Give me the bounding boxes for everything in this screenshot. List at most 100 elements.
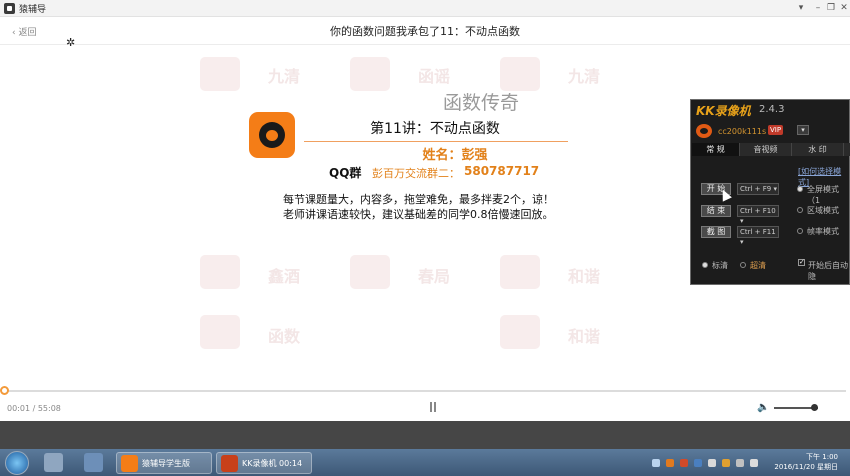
task-kk-recorder[interactable]: KK录像机 00:14 [216, 452, 312, 474]
region-mode-label: 区域模式 [807, 206, 839, 215]
quality-sd-radio[interactable] [702, 262, 708, 268]
watermark-text: 和谐 [568, 267, 601, 286]
divider [304, 141, 568, 142]
maximize-button[interactable]: ❐ [824, 1, 838, 15]
progress-handle[interactable] [0, 386, 10, 395]
player-footer [0, 421, 850, 449]
task-label: 猿辅导学生版 [142, 459, 190, 468]
tray-icon[interactable] [680, 459, 688, 467]
quality-sd-label: 标清 [712, 261, 728, 270]
watermark-text: 九清 [568, 67, 601, 86]
volume-icon[interactable]: 🔈 [757, 402, 769, 413]
kk-menu-button[interactable]: ▾ [797, 125, 809, 135]
region-mode-radio[interactable] [797, 207, 803, 213]
screenshot-hotkey-value: Ctrl + F11 [740, 228, 776, 236]
watermark-logo [200, 315, 240, 349]
tab-watermark[interactable]: 水 印 [792, 143, 844, 156]
task-yuanfudao[interactable]: 猿辅导学生版 [116, 452, 212, 474]
stop-hotkey-value: Ctrl + F10 [740, 207, 776, 215]
watermark-logo [500, 255, 540, 289]
pause-button[interactable] [429, 402, 437, 412]
kk-version: 2.4.3 [759, 104, 785, 115]
start-hotkey-value: Ctrl + F9 [740, 185, 772, 193]
vip-badge: VIP [768, 125, 784, 135]
clock-time: 下午 1:00 [806, 453, 838, 461]
page-header: ‹ 返回 你的函数问题我承包了11：不动点函数 [0, 17, 850, 45]
quality-hd-radio[interactable] [740, 262, 746, 268]
screen: 猿辅导 ▾ – ❐ ✕ ‹ 返回 你的函数问题我承包了11：不动点函数 九清 函… [0, 0, 850, 476]
clock-date: 2016/11/20 星期日 [774, 463, 838, 471]
watermark-text: 函谣 [418, 67, 451, 86]
chevron-down-icon: ▾ [773, 185, 778, 193]
chevron-down-icon: ▾ [740, 238, 744, 246]
qq-label: QQ群 [329, 166, 362, 180]
kk-recorder-window: KK录像机 2.4.3 cc200k111s VIP ▾ 常 规 音视频 水 印… [690, 99, 850, 285]
kk-recorder-icon [221, 455, 238, 472]
app-logo-icon [4, 3, 15, 14]
kk-title: KK录像机 [696, 104, 751, 118]
playback-time: 00:01 / 55:08 [7, 404, 61, 413]
course-logo [249, 112, 295, 158]
taskbar: 猿辅导学生版 KK录像机 00:14 下午 1:00 2016/11/20 星期… [0, 449, 850, 476]
cursor-icon: ✲ [66, 36, 76, 49]
minimize-button[interactable]: – [811, 1, 825, 15]
quality-hd-label: 超清 [750, 261, 766, 270]
watermark-logo [350, 57, 390, 91]
fullscreen-mode-label: 全屏模式（1 [807, 185, 839, 205]
course-name: 函数传奇 [442, 92, 519, 114]
clock[interactable]: 下午 1:00 2016/11/20 星期日 [772, 452, 838, 472]
teacher-name: 姓名：彭强 [422, 148, 488, 163]
monkey-icon [259, 122, 285, 148]
qq-group-name: 彭百万交流群二： [372, 167, 460, 180]
auto-hide-label: 开始后自动隐 [808, 261, 848, 281]
framerate-mode-radio[interactable] [797, 228, 803, 234]
watermark-logo [200, 255, 240, 289]
tray-icon[interactable] [652, 459, 660, 467]
tab-av[interactable]: 音视频 [740, 143, 792, 156]
kk-tabs: 常 规 音视频 水 印 [692, 143, 850, 156]
start-button[interactable] [5, 451, 29, 475]
dropdown-icon[interactable]: ▾ [794, 1, 808, 15]
task-label: KK录像机 00:14 [242, 459, 303, 468]
fullscreen-mode-radio[interactable] [797, 186, 803, 192]
volume-handle[interactable] [810, 404, 818, 411]
auto-hide-checkbox[interactable]: ✓ [798, 259, 805, 266]
watermark-text: 函数 [268, 327, 301, 346]
page-title: 你的函数问题我承包了11：不动点函数 [330, 25, 520, 38]
watermark-logo [500, 315, 540, 349]
chevron-down-icon: ▾ [740, 217, 744, 225]
avatar [696, 124, 712, 138]
kk-username: cc200k111s [718, 127, 767, 136]
screenshot-button[interactable]: 截 图 [701, 226, 731, 238]
tray-icon[interactable] [722, 459, 730, 467]
close-button[interactable]: ✕ [837, 1, 850, 15]
notice-line-1: 每节课题量大，内容多，拖堂难免，最多拌麦2个，谅！ [283, 193, 554, 206]
stop-button[interactable]: 结 束 [701, 205, 731, 217]
qq-number: 580787717 [464, 164, 540, 178]
watermark-text: 鑫酒 [268, 267, 301, 286]
window-titlebar: 猿辅导 ▾ – ❐ ✕ [0, 0, 850, 17]
watermark-logo [200, 57, 240, 91]
watermark-text: 春局 [418, 267, 451, 286]
speaker-icon[interactable] [750, 459, 758, 467]
tray-icon[interactable] [666, 459, 674, 467]
watermark-logo [500, 57, 540, 91]
network-icon[interactable] [736, 459, 744, 467]
stop-hotkey[interactable]: Ctrl + F10 ▾ [737, 205, 779, 225]
watermark-text: 九清 [268, 67, 301, 86]
tab-general[interactable]: 常 规 [692, 143, 740, 156]
framerate-mode-label: 帧率模式 [807, 227, 839, 236]
start-hotkey[interactable]: Ctrl + F9 ▾ [737, 183, 779, 195]
tray-icon[interactable] [708, 459, 716, 467]
window-title: 猿辅导 [19, 5, 47, 15]
progress-bar[interactable] [4, 390, 846, 392]
watermark-logo [350, 255, 390, 289]
yuanfudao-icon [121, 455, 138, 472]
quick-launch-icon[interactable] [84, 453, 103, 472]
tray-icon[interactable] [694, 459, 702, 467]
quick-launch-icon[interactable] [44, 453, 63, 472]
notice-line-2: 老师讲课语速较快，建议基础差的同学0.8倍慢速回放。 [283, 208, 554, 221]
class-notice: 每节课题量大，内容多，拖堂难免，最多拌麦2个，谅！ 老师讲课语速较快，建议基础差… [283, 192, 554, 222]
lecture-title: 第11讲：不动点函数 [370, 121, 500, 137]
screenshot-hotkey[interactable]: Ctrl + F11 ▾ [737, 226, 779, 246]
